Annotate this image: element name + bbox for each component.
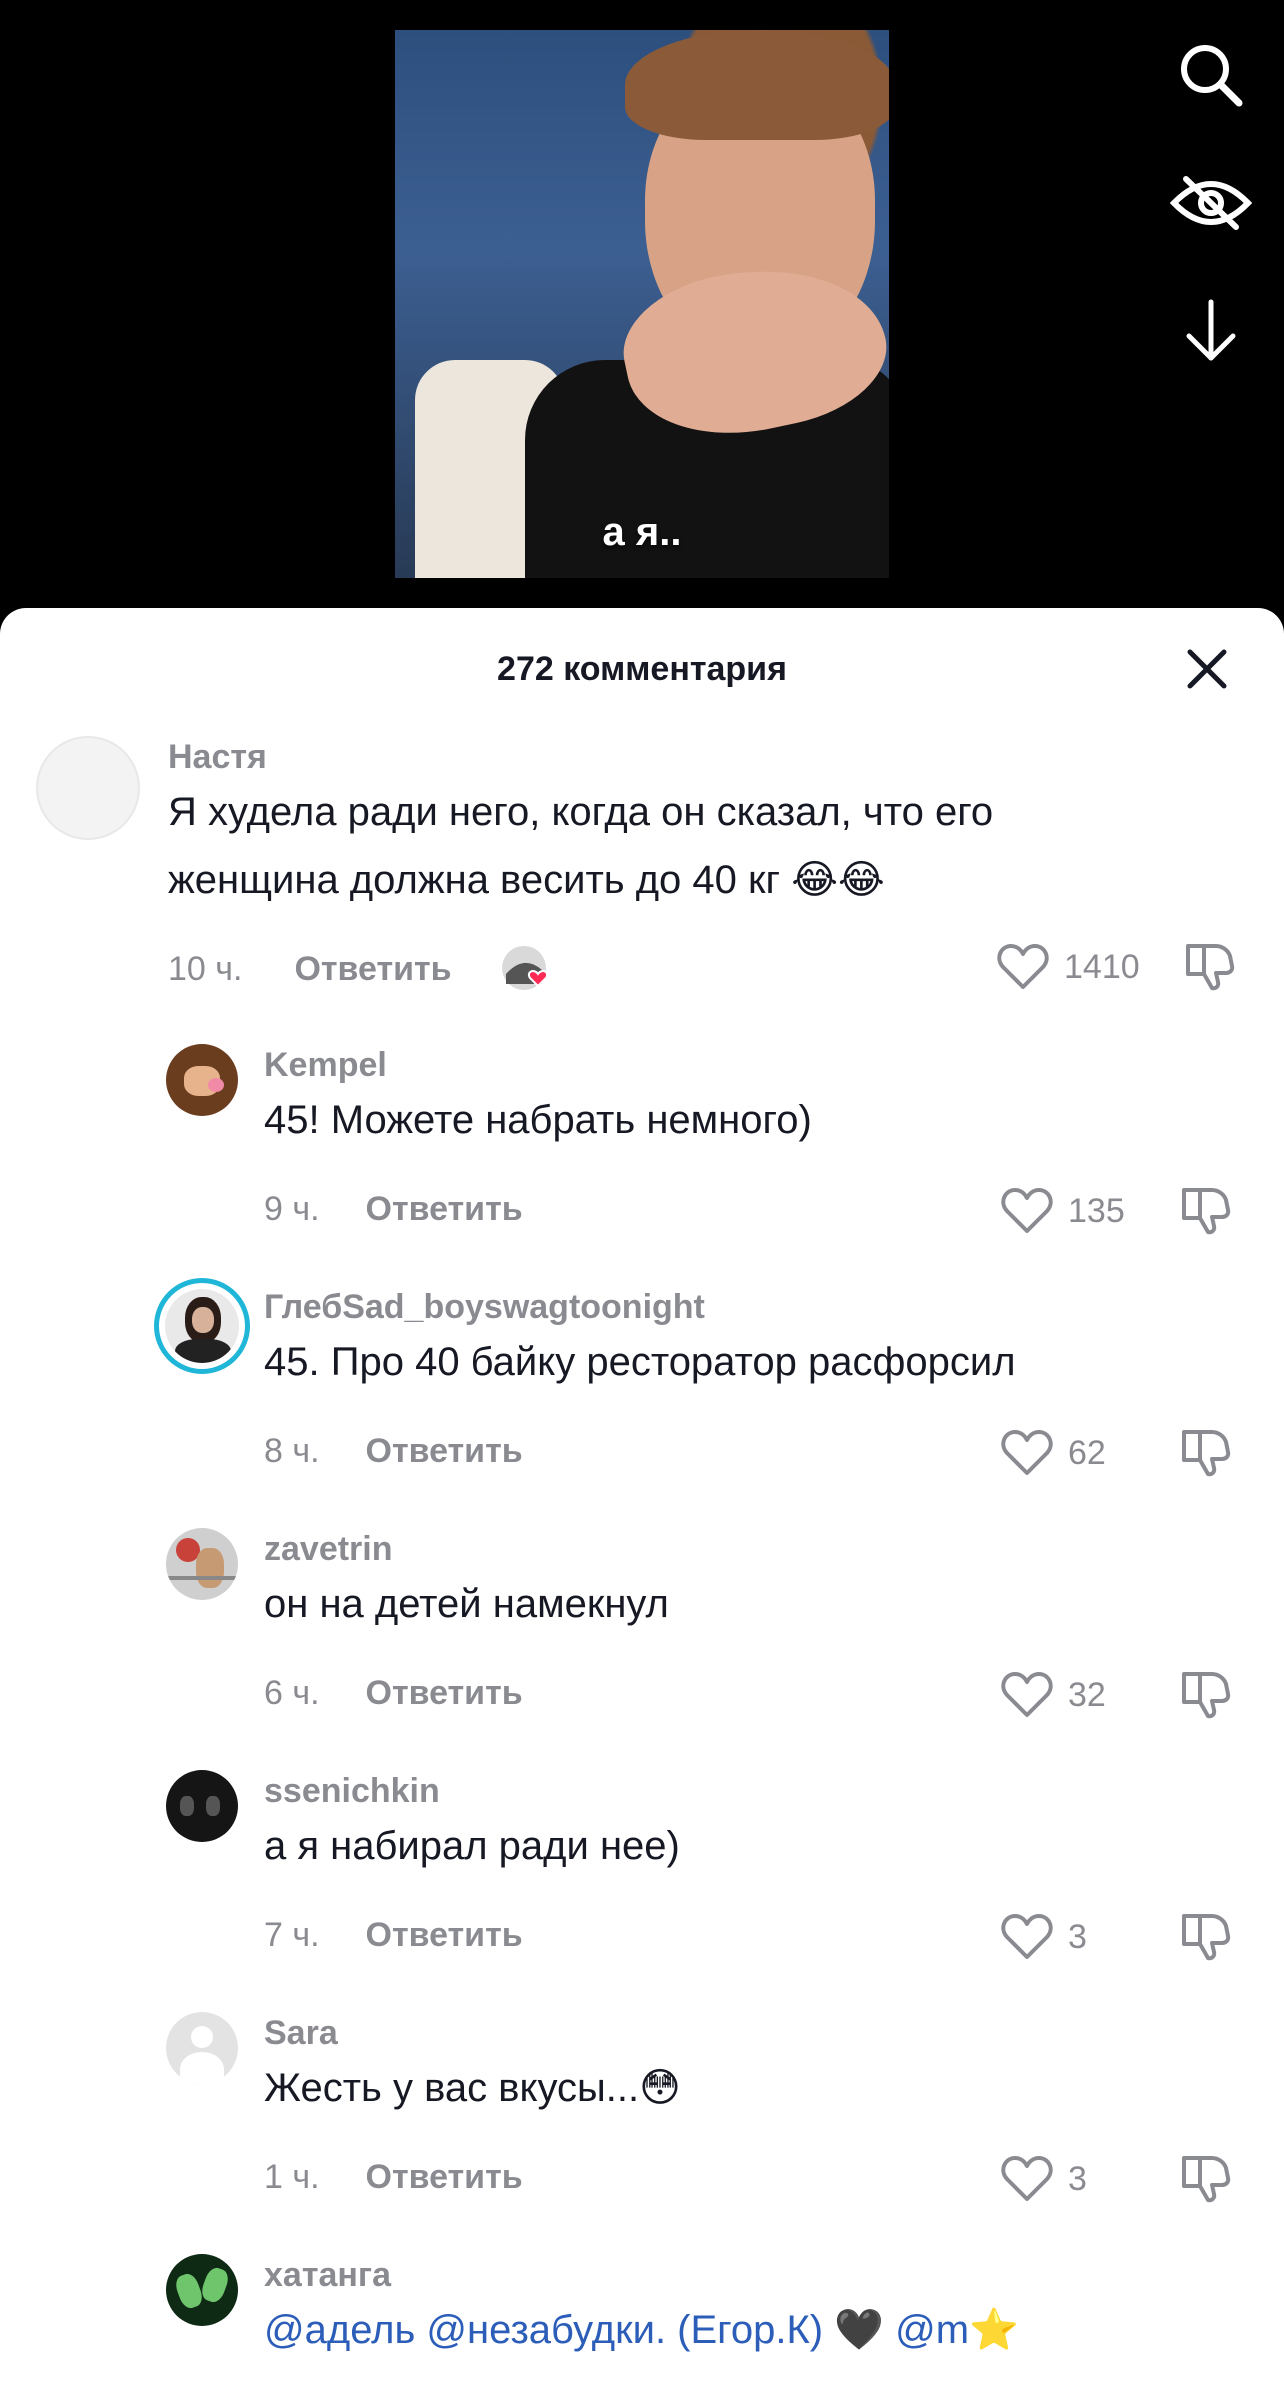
comment-text: 45. Про 40 байку ресторатор расфорсил xyxy=(264,1340,1016,1384)
thumbs-down-icon xyxy=(1182,1188,1231,1235)
avatar[interactable] xyxy=(166,1528,238,1600)
like-button[interactable]: 1410 xyxy=(996,942,1140,992)
video-area[interactable]: а я.. xyxy=(0,0,1284,620)
comment-username[interactable]: ГлебSad_boyswagtoonight xyxy=(264,1288,705,1327)
comment-time: 10 ч. xyxy=(168,949,243,988)
comment-item: zavetrin он на детей намекнул 6 ч. Ответ… xyxy=(0,1510,1284,1750)
avatar-story-ring[interactable] xyxy=(154,1278,250,1374)
dislike-button[interactable] xyxy=(1180,1668,1232,1720)
like-count: 62 xyxy=(1068,1433,1106,1472)
arrow-down-icon[interactable] xyxy=(1166,286,1256,376)
star-emoji: ⭐ xyxy=(969,2308,1019,2352)
comment-meta: 8 ч. Ответить xyxy=(264,1432,523,1471)
comment-text: @адель @незабудки. (Егор.К) 🖤 @m⭐ xyxy=(264,2296,1019,2364)
comment-time: 9 ч. xyxy=(264,1190,320,1228)
comment-text: а я набирал ради нее) xyxy=(264,1824,680,1868)
like-button[interactable]: 32 xyxy=(1000,1670,1106,1720)
search-icon[interactable] xyxy=(1166,30,1256,120)
avatar[interactable] xyxy=(166,1770,238,1842)
comment-meta: 6 ч. Ответить xyxy=(264,1674,523,1713)
comment-item: Sara Жесть у вас вкусы...😳 1 ч. Ответить… xyxy=(0,1994,1284,2234)
comment-meta: 7 ч. Ответить xyxy=(264,1916,523,1955)
side-icons xyxy=(1166,30,1256,414)
comment-username[interactable]: Sara xyxy=(264,2014,338,2053)
thumbs-down-icon xyxy=(1186,944,1235,991)
reply-button[interactable]: Ответить xyxy=(294,950,451,989)
heart-icon xyxy=(1001,1430,1053,1475)
like-count: 1410 xyxy=(1064,947,1140,986)
comment-username[interactable]: zavetrin xyxy=(264,1530,393,1569)
sheet-header: 272 комментария xyxy=(0,608,1284,724)
comment-username[interactable]: ssenichkin xyxy=(264,1772,440,1811)
heart-icon xyxy=(997,944,1049,989)
mention-links[interactable]: @адель @незабудки. (Егор.К) xyxy=(264,2308,823,2352)
comment-item: хатанга @адель @незабудки. (Егор.К) 🖤 @m… xyxy=(0,2236,1284,2388)
like-button[interactable]: 3 xyxy=(1000,1912,1087,1962)
thumbs-down-icon xyxy=(1182,1672,1231,1719)
comment-time: 6 ч. xyxy=(264,1674,320,1712)
comment-time: 1 ч. xyxy=(264,2158,320,2196)
comment-item: Настя Я худела ради него, когда он сказа… xyxy=(0,726,1284,1026)
dislike-button[interactable] xyxy=(1180,1426,1232,1478)
creator-liked-avatar xyxy=(500,944,550,994)
avatar[interactable] xyxy=(36,736,140,840)
comment-item: ssenichkin а я набирал ради нее) 7 ч. От… xyxy=(0,1752,1284,1992)
like-button[interactable]: 62 xyxy=(1000,1428,1106,1478)
comment-item: Kempel 45! Можете набрать немного) 9 ч. … xyxy=(0,1026,1284,1266)
heart-icon xyxy=(1001,2156,1053,2201)
mention-link[interactable]: @m xyxy=(895,2308,969,2352)
video-hair xyxy=(625,30,889,140)
reply-button[interactable]: Ответить xyxy=(366,1916,523,1955)
comment-text: Жесть у вас вкусы...😳 xyxy=(264,2066,681,2110)
video-thumbnail[interactable]: а я.. xyxy=(395,30,889,578)
comment-item: ГлебSad_boyswagtoonight 45. Про 40 байку… xyxy=(0,1268,1284,1508)
reply-button[interactable]: Ответить xyxy=(366,1674,523,1713)
reply-button[interactable]: Ответить xyxy=(366,1432,523,1471)
dislike-button[interactable] xyxy=(1184,940,1236,992)
hide-eye-icon[interactable] xyxy=(1166,158,1256,248)
avatar[interactable] xyxy=(166,1044,238,1116)
thumbs-down-icon xyxy=(1182,2156,1231,2203)
like-button[interactable]: 135 xyxy=(1000,1186,1125,1236)
thumbs-down-icon xyxy=(1182,1430,1231,1477)
comment-text: он на детей намекнул xyxy=(264,1582,669,1626)
dislike-button[interactable] xyxy=(1180,1910,1232,1962)
comment-username[interactable]: хатанга xyxy=(264,2256,391,2295)
comment-text: 45! Можете набрать немного) xyxy=(264,1098,812,1142)
comment-meta: 1 ч. Ответить xyxy=(264,2158,523,2197)
reply-button[interactable]: Ответить xyxy=(366,2158,523,2197)
like-count: 32 xyxy=(1068,1675,1106,1714)
comment-time: 7 ч. xyxy=(264,1916,320,1954)
dislike-button[interactable] xyxy=(1180,2152,1232,2204)
black-heart-emoji: 🖤 xyxy=(834,2308,885,2352)
heart-icon xyxy=(1001,1188,1053,1233)
avatar[interactable] xyxy=(166,2254,238,2326)
close-icon xyxy=(1187,649,1227,689)
comment-meta: 10 ч. Ответить xyxy=(168,944,550,994)
heart-icon xyxy=(1001,1672,1053,1717)
heart-icon xyxy=(1001,1914,1053,1959)
comment-time: 8 ч. xyxy=(264,1432,320,1470)
like-count: 135 xyxy=(1068,1191,1125,1230)
thumbs-down-icon xyxy=(1182,1914,1231,1961)
comment-username[interactable]: Kempel xyxy=(264,1046,387,1085)
comment-text: Я худела ради него, когда он сказал, что… xyxy=(168,790,994,834)
like-count: 3 xyxy=(1068,1917,1087,1956)
reply-button[interactable]: Ответить xyxy=(366,1190,523,1229)
close-button[interactable] xyxy=(1182,644,1232,694)
like-button[interactable]: 3 xyxy=(1000,2154,1087,2204)
avatar-default[interactable] xyxy=(166,2012,238,2084)
comment-meta: 9 ч. Ответить xyxy=(264,1190,523,1229)
dislike-button[interactable] xyxy=(1180,1184,1232,1236)
like-count: 3 xyxy=(1068,2159,1087,2198)
comments-sheet: 272 комментария Настя Я худела ради него… xyxy=(0,608,1284,2388)
comments-count-title: 272 комментария xyxy=(497,650,787,688)
video-caption: а я.. xyxy=(602,510,682,554)
comment-username[interactable]: Настя xyxy=(168,738,267,777)
comment-text-line2: женщина должна весить до 40 кг 😂😂 xyxy=(168,858,885,902)
